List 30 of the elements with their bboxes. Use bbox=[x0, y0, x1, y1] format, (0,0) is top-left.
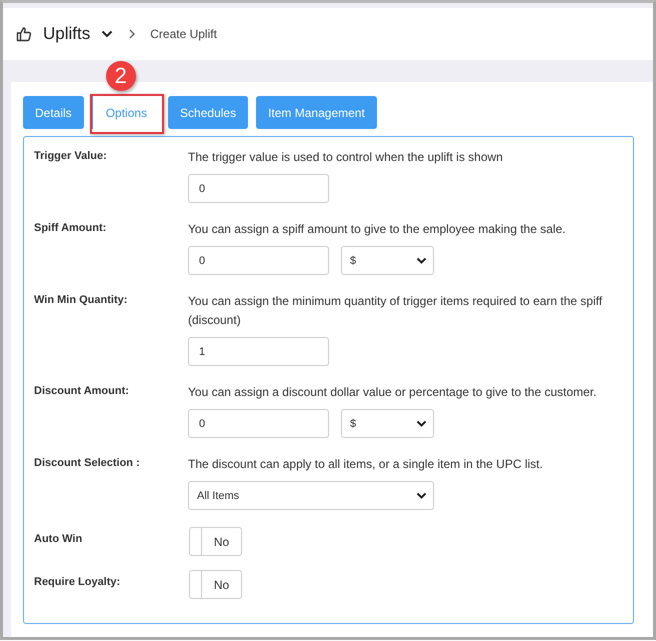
input-field[interactable]: 0 bbox=[188, 409, 329, 438]
field-label: Discount Selection : bbox=[34, 456, 141, 471]
input-field[interactable]: 0 bbox=[188, 174, 329, 203]
field-description: You can assign a discount dollar value or percentage to give to the customer. bbox=[188, 384, 598, 401]
toggle-switch[interactable]: No bbox=[189, 527, 242, 556]
toggle-switch[interactable]: No bbox=[189, 570, 242, 599]
input-field[interactable]: 0 bbox=[188, 246, 329, 275]
field-description: You can assign a spiff amount to give to the employee making the sale. bbox=[188, 221, 567, 238]
dropdown[interactable]: $ bbox=[341, 246, 434, 275]
field-description: You can assign the minimum quantity of trigger items required to earn the spiff (discount) bbox=[188, 293, 604, 329]
chevron-right-icon bbox=[129, 29, 136, 39]
field-label: Require Loyalty: bbox=[34, 575, 122, 590]
section-title: Uplifts bbox=[43, 24, 90, 44]
dropdown[interactable]: All Items bbox=[188, 481, 434, 510]
chevron-down-icon bbox=[416, 420, 427, 428]
chevron-down-icon bbox=[416, 492, 427, 500]
chevron-down-icon[interactable] bbox=[101, 30, 114, 38]
thumbs-up-icon bbox=[16, 26, 32, 42]
dropdown[interactable]: $ bbox=[341, 409, 434, 438]
field-label: Trigger Value: bbox=[34, 149, 108, 164]
field-label: Auto Win bbox=[34, 532, 84, 547]
breadcrumb-page: Create Uplift bbox=[150, 27, 217, 41]
step-badge: 2 bbox=[106, 61, 136, 91]
field-description: The discount can apply to all items, or a single item in the UPC list. bbox=[188, 456, 544, 473]
field-label: Spiff Amount: bbox=[34, 221, 108, 236]
field-description: The trigger value is used to control when the uplift is shown bbox=[188, 149, 504, 166]
chevron-down-icon bbox=[416, 256, 427, 264]
field-label: Discount Amount: bbox=[34, 384, 130, 399]
input-field[interactable]: 1 bbox=[188, 337, 329, 366]
field-label: Win Min Quantity: bbox=[34, 293, 128, 308]
